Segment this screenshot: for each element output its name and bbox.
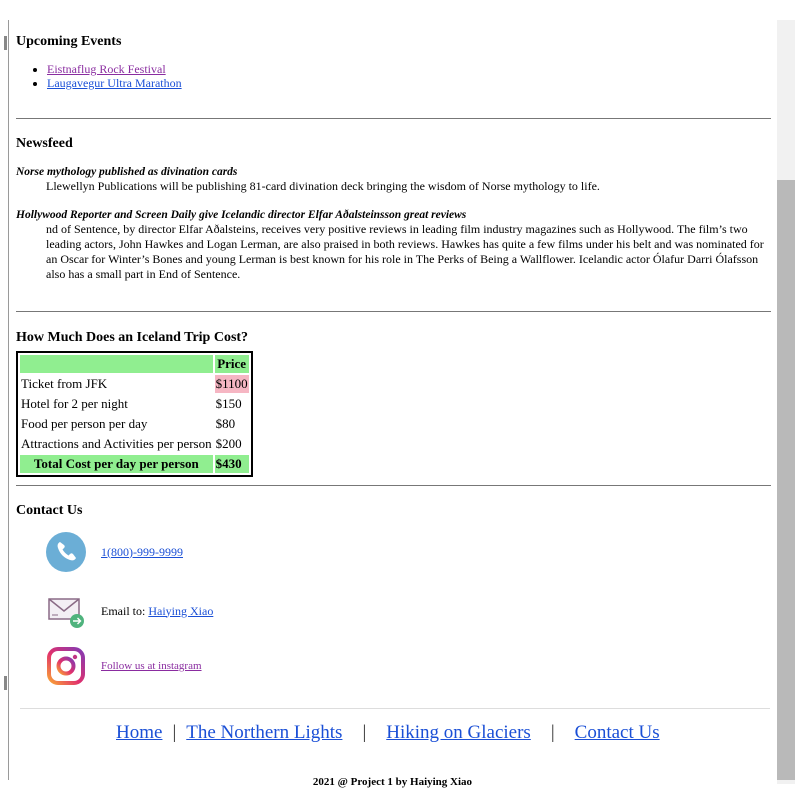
news-body: nd of Sentence, by director Elfar Aðalst… xyxy=(46,222,764,281)
contact-email-row: Email to: Haiying Xiao xyxy=(46,591,213,631)
scrollbar-thumb[interactable] xyxy=(777,180,795,780)
cost-heading: How Much Does an Iceland Trip Cost? xyxy=(16,330,249,345)
table-row: Hotel for 2 per night $150 xyxy=(20,395,249,413)
news-body: Llewellyn Publications will be publishin… xyxy=(46,179,600,193)
cost-table: Price Ticket from JFK $1100 Hotel for 2 … xyxy=(16,351,253,477)
event-link-laugavegur[interactable]: Laugavegur Ultra Marathon xyxy=(47,76,182,90)
cost-item: Attractions and Activities per person xyxy=(21,436,212,451)
contact-instagram-row: Follow us at instagram xyxy=(46,646,202,686)
table-row: Food per person per day $80 xyxy=(20,415,249,433)
event-item: Laugavegur Ultra Marathon xyxy=(47,76,182,90)
cost-item: Ticket from JFK xyxy=(21,376,108,391)
nav-separator: | xyxy=(362,722,367,743)
footer-nav-hiking[interactable]: Hiking on Glaciers xyxy=(386,722,531,744)
footer-nav-contact[interactable]: Contact Us xyxy=(575,722,660,744)
footer-nav-home[interactable]: Home xyxy=(116,722,162,744)
section-divider xyxy=(16,485,771,486)
contact-phone-row: 1(800)-999-9999 xyxy=(46,532,183,572)
left-tick xyxy=(4,676,7,690)
cost-price: $200 xyxy=(215,436,242,451)
table-row: Ticket from JFK $1100 xyxy=(20,375,249,393)
cost-price: $1100 xyxy=(214,375,249,393)
event-link-eistnaflug[interactable]: Eistnaflug Rock Festival xyxy=(47,62,166,76)
footer-nav-northern-lights[interactable]: The Northern Lights xyxy=(186,722,342,744)
news-headline: Norse mythology published as divination … xyxy=(16,166,238,178)
total-value: $430 xyxy=(214,455,249,473)
nav-separator: | xyxy=(550,722,555,743)
section-divider xyxy=(16,118,771,119)
instagram-icon[interactable] xyxy=(46,646,86,686)
phone-icon[interactable] xyxy=(46,532,86,572)
total-label: Total Cost per day per person xyxy=(20,455,213,473)
table-header-item xyxy=(20,355,213,373)
news-item: Norse mythology published as divination … xyxy=(16,166,771,194)
events-list: Eistnaflug Rock Festival Laugavegur Ultr… xyxy=(16,62,182,90)
nav-separator: | xyxy=(172,722,177,743)
news-item: Hollywood Reporter and Screen Daily give… xyxy=(16,209,771,282)
left-border xyxy=(8,20,9,780)
vertical-scrollbar[interactable] xyxy=(777,20,795,784)
footer-credit: 2021 @ Project 1 by Haiying Xiao xyxy=(312,776,473,788)
cost-item: Hotel for 2 per night xyxy=(21,396,128,411)
cost-price: $150 xyxy=(215,396,242,411)
footer-nav: Home | The Northern Lights | Hiking on G… xyxy=(116,722,660,744)
section-divider xyxy=(16,311,771,312)
email-icon[interactable] xyxy=(46,591,86,631)
contact-heading: Contact Us xyxy=(16,503,83,518)
email-prefix: Email to: xyxy=(101,603,146,618)
instagram-link[interactable]: Follow us at instagram xyxy=(101,660,202,672)
table-header-row: Price xyxy=(20,355,249,373)
footer-divider xyxy=(20,708,770,709)
table-header-price: Price xyxy=(214,355,249,373)
email-link[interactable]: Haiying Xiao xyxy=(148,604,213,619)
left-tick xyxy=(4,36,7,50)
cost-price: $80 xyxy=(215,416,236,431)
table-total-row: Total Cost per day per person $430 xyxy=(20,455,249,473)
table-row: Attractions and Activities per person $2… xyxy=(20,435,249,453)
phone-link[interactable]: 1(800)-999-9999 xyxy=(101,545,183,560)
event-item: Eistnaflug Rock Festival xyxy=(47,62,182,76)
news-headline: Hollywood Reporter and Screen Daily give… xyxy=(16,209,467,221)
cost-item: Food per person per day xyxy=(21,416,148,431)
newsfeed-heading: Newsfeed xyxy=(16,136,73,151)
events-heading: Upcoming Events xyxy=(16,34,122,49)
